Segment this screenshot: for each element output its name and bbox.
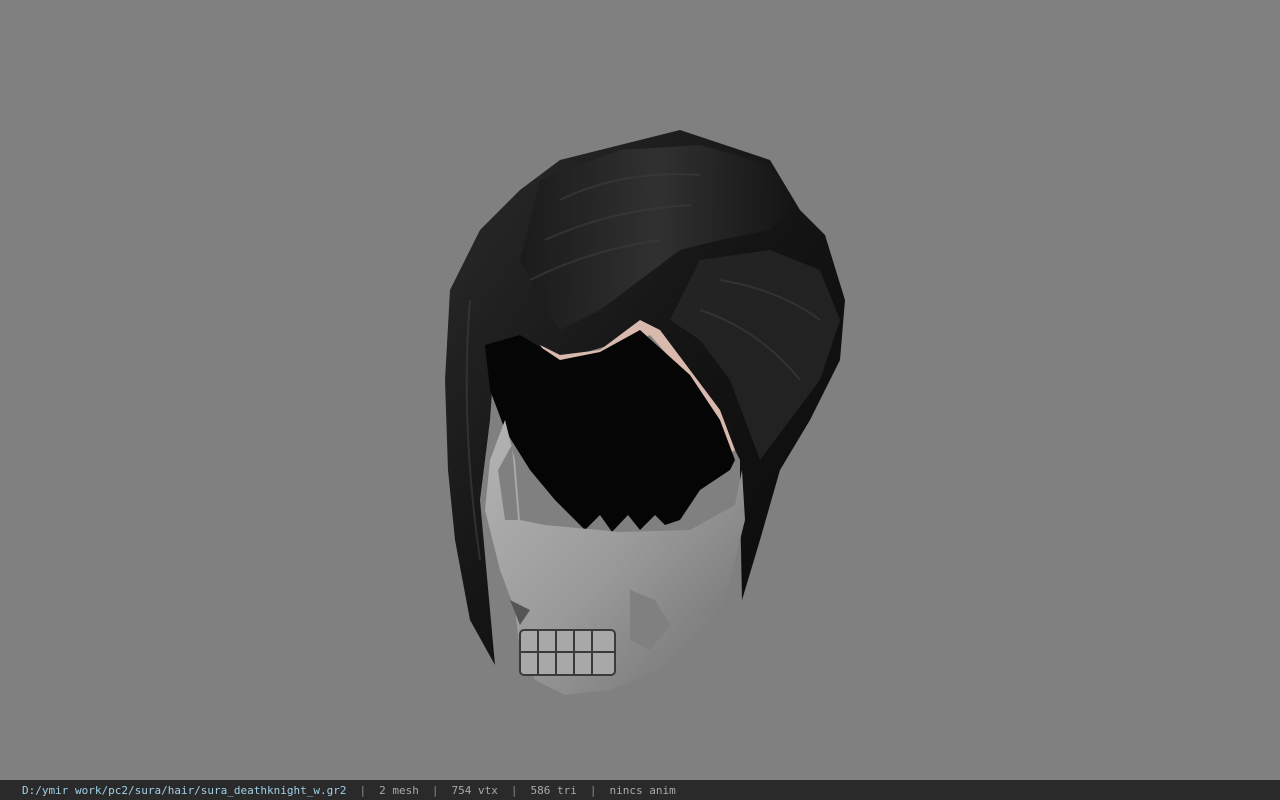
separator: | — [431, 783, 439, 797]
hair-helmet-model-icon — [445, 130, 845, 695]
separator: | — [589, 783, 597, 797]
mesh-count: 2 mesh — [379, 783, 419, 797]
triangle-count: 586 tri — [530, 783, 577, 797]
vertex-count: 754 vtx — [451, 783, 498, 797]
animation-status: nincs anim — [609, 783, 676, 797]
file-path: D:/ymir work/pc2/sura/hair/sura_deathkni… — [22, 783, 347, 797]
mask-teeth — [519, 629, 616, 676]
separator: | — [510, 783, 518, 797]
3d-viewport[interactable] — [0, 0, 1280, 780]
status-bar: D:/ymir work/pc2/sura/hair/sura_deathkni… — [0, 780, 1280, 800]
separator: | — [359, 783, 367, 797]
